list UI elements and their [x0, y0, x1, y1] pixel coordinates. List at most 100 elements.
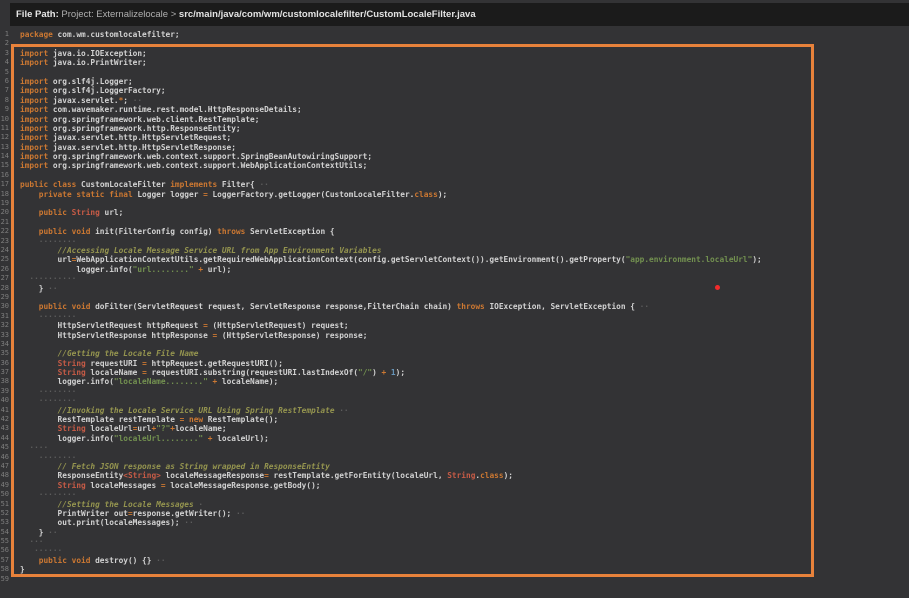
- code-line[interactable]: 58}: [0, 565, 909, 574]
- code-line[interactable]: 5: [0, 68, 909, 77]
- code-line[interactable]: 25 url=WebApplicationContextUtils.getReq…: [0, 255, 909, 264]
- code-line[interactable]: 14import org.springframework.web.context…: [0, 152, 909, 161]
- code-line[interactable]: 47 // Fetch JSON response as String wrap…: [0, 462, 909, 471]
- code-line[interactable]: 41 //Invoking the Locale Service URL Usi…: [0, 406, 909, 415]
- code-editor[interactable]: 1package com.wm.customlocalefilter;23imp…: [0, 26, 909, 598]
- line-number[interactable]: 44: [0, 434, 9, 443]
- line-number[interactable]: 54: [0, 528, 9, 537]
- code-line[interactable]: 38 logger.info("localeName........" + lo…: [0, 377, 909, 386]
- code-line[interactable]: 26 logger.info("url........" + url);: [0, 265, 909, 274]
- line-number[interactable]: 35: [0, 349, 9, 358]
- line-number[interactable]: 59: [0, 575, 9, 584]
- line-number[interactable]: 47: [0, 462, 9, 471]
- code-line[interactable]: 32 HttpServletRequest httpRequest = (Htt…: [0, 321, 909, 330]
- line-number[interactable]: 7: [0, 86, 9, 95]
- line-number[interactable]: 23: [0, 237, 9, 246]
- line-number[interactable]: 26: [0, 265, 9, 274]
- line-number[interactable]: 11: [0, 124, 9, 133]
- code-line[interactable]: 24 //Accessing Locale Message Service UR…: [0, 246, 909, 255]
- line-number[interactable]: 18: [0, 190, 9, 199]
- code-line[interactable]: 43 String localeUrl=url+"?"+localeName;: [0, 424, 909, 433]
- code-line[interactable]: 40 ········: [0, 396, 909, 405]
- code-line[interactable]: 2: [0, 39, 909, 48]
- line-number[interactable]: 56: [0, 546, 9, 555]
- line-number[interactable]: 31: [0, 312, 9, 321]
- line-number[interactable]: 13: [0, 143, 9, 152]
- code-line[interactable]: 44 logger.info("localeUrl........" + loc…: [0, 434, 909, 443]
- line-number[interactable]: 21: [0, 218, 9, 227]
- line-number[interactable]: 3: [0, 49, 9, 58]
- line-number[interactable]: 48: [0, 471, 9, 480]
- line-number[interactable]: 41: [0, 406, 9, 415]
- line-number[interactable]: 28: [0, 284, 9, 293]
- line-number[interactable]: 6: [0, 77, 9, 86]
- line-number[interactable]: 52: [0, 509, 9, 518]
- line-number[interactable]: 5: [0, 68, 9, 77]
- line-number[interactable]: 12: [0, 133, 9, 142]
- code-line[interactable]: 16: [0, 171, 909, 180]
- code-line[interactable]: 52 PrintWriter out=response.getWriter();…: [0, 509, 909, 518]
- code-line[interactable]: 53 out.print(localeMessages); ··: [0, 518, 909, 527]
- line-number[interactable]: 43: [0, 424, 9, 433]
- line-number[interactable]: 29: [0, 293, 9, 302]
- line-number[interactable]: 39: [0, 387, 9, 396]
- line-number[interactable]: 2: [0, 39, 9, 48]
- line-number[interactable]: 37: [0, 368, 9, 377]
- line-number[interactable]: 34: [0, 340, 9, 349]
- line-number[interactable]: 36: [0, 359, 9, 368]
- line-number[interactable]: 58: [0, 565, 9, 574]
- code-line[interactable]: 18 private static final Logger logger = …: [0, 190, 909, 199]
- code-line[interactable]: 15import org.springframework.web.context…: [0, 161, 909, 170]
- code-line[interactable]: 8import javax.servlet.*; ··: [0, 96, 909, 105]
- code-line[interactable]: 31 ········: [0, 312, 909, 321]
- line-number[interactable]: 33: [0, 331, 9, 340]
- code-line[interactable]: 23 ········: [0, 237, 909, 246]
- line-number[interactable]: 57: [0, 556, 9, 565]
- code-line[interactable]: 6import org.slf4j.Logger;: [0, 77, 909, 86]
- code-line[interactable]: 28 } ··: [0, 284, 909, 293]
- code-line[interactable]: 30- public void doFilter(ServletRequest …: [0, 302, 909, 311]
- code-line[interactable]: 59: [0, 575, 909, 584]
- code-line[interactable]: 54 } ··: [0, 528, 909, 537]
- code-line[interactable]: 7import org.slf4j.LoggerFactory;: [0, 86, 909, 95]
- line-number[interactable]: 40: [0, 396, 9, 405]
- code-line[interactable]: 22- public void init(FilterConfig config…: [0, 227, 909, 236]
- line-number[interactable]: 17: [0, 180, 9, 189]
- code-line[interactable]: 46 ········: [0, 453, 909, 462]
- code-line[interactable]: 12import javax.servlet.http.HttpServletR…: [0, 133, 909, 142]
- line-number[interactable]: 49: [0, 481, 9, 490]
- line-number[interactable]: 1: [0, 30, 9, 39]
- line-number[interactable]: 19: [0, 199, 9, 208]
- code-line[interactable]: 4import java.io.PrintWriter;: [0, 58, 909, 67]
- code-line[interactable]: 57 public void destroy() {} ··: [0, 556, 909, 565]
- line-number[interactable]: 8: [0, 96, 9, 105]
- line-number[interactable]: 30: [0, 302, 9, 311]
- code-line[interactable]: 39 ········: [0, 387, 909, 396]
- line-number[interactable]: 50: [0, 490, 9, 499]
- code-line[interactable]: 55 ···: [0, 537, 909, 546]
- line-number[interactable]: 46: [0, 453, 9, 462]
- line-number[interactable]: 24: [0, 246, 9, 255]
- code-line[interactable]: 1package com.wm.customlocalefilter;: [0, 30, 909, 39]
- code-line[interactable]: 36 String requestURI = httpRequest.getRe…: [0, 359, 909, 368]
- code-line[interactable]: 42 RestTemplate restTemplate = new RestT…: [0, 415, 909, 424]
- code-line[interactable]: 29: [0, 293, 909, 302]
- code-line[interactable]: 20 public String url;: [0, 208, 909, 217]
- code-line[interactable]: 51 //Setting the Locale Messages ·: [0, 500, 909, 509]
- line-number[interactable]: 45: [0, 443, 9, 452]
- code-line[interactable]: 35 //Getting the Locale File Name: [0, 349, 909, 358]
- code-line[interactable]: 33 HttpServletResponse httpResponse = (H…: [0, 331, 909, 340]
- code-line[interactable]: 34: [0, 340, 909, 349]
- line-number[interactable]: 42: [0, 415, 9, 424]
- line-number[interactable]: 22: [0, 227, 9, 236]
- line-number[interactable]: 4: [0, 58, 9, 67]
- line-number[interactable]: 10: [0, 115, 9, 124]
- code-line[interactable]: 13import javax.servlet.http.HttpServletR…: [0, 143, 909, 152]
- code-line[interactable]: 3import java.io.IOException;: [0, 49, 909, 58]
- code-line[interactable]: 10import org.springframework.web.client.…: [0, 115, 909, 124]
- line-number[interactable]: 55: [0, 537, 9, 546]
- code-line[interactable]: 49 String localeMessages = localeMessage…: [0, 481, 909, 490]
- line-number[interactable]: 16: [0, 171, 9, 180]
- line-number[interactable]: 15: [0, 161, 9, 170]
- code-line[interactable]: 11import org.springframework.http.Respon…: [0, 124, 909, 133]
